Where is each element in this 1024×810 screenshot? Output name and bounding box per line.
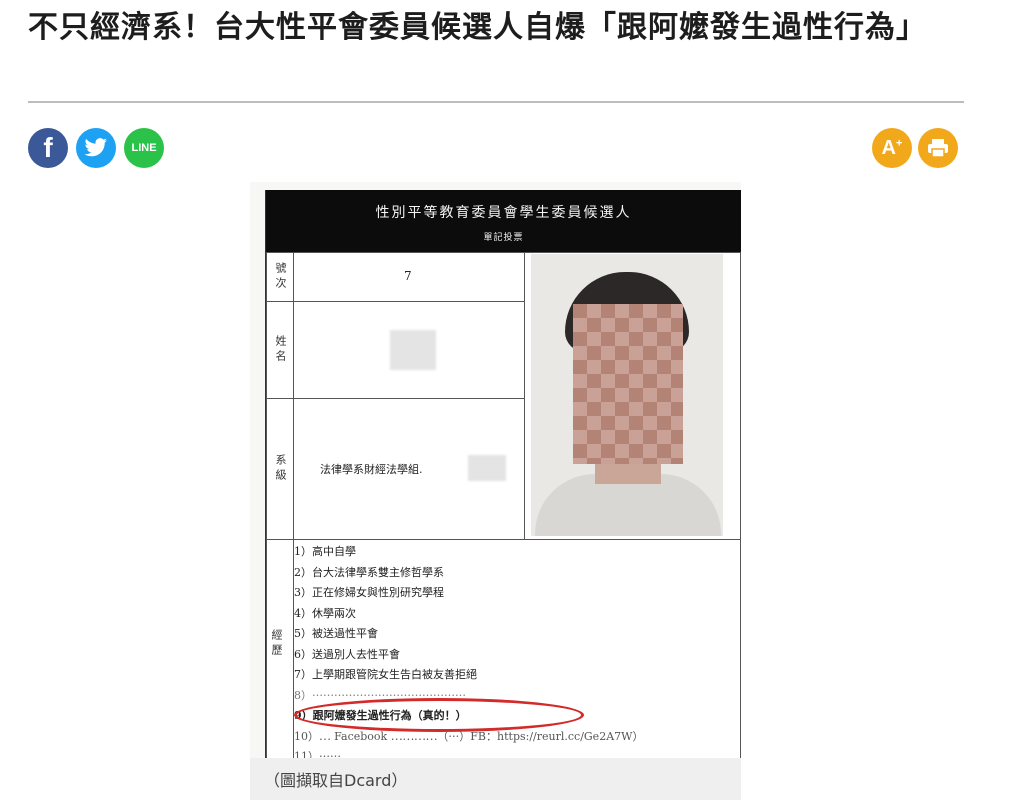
department-cell: 法律學系財經法學組. xyxy=(293,398,525,540)
headline-divider xyxy=(28,101,964,103)
candidate-sheet: 性別平等教育委員會學生委員候選人 單記投票 號次 7 姓名 系級 法律學系財經法… xyxy=(265,190,741,758)
share-bar: f LINE xyxy=(28,128,164,168)
list-item: 5）被送過性平會 xyxy=(294,627,378,640)
pixelated-face xyxy=(573,304,683,464)
sheet-title: 性別平等教育委員會學生委員候選人 xyxy=(375,205,632,221)
article-image: 性別平等教育委員會學生委員候選人 單記投票 號次 7 姓名 系級 法律學系財經法… xyxy=(250,182,741,758)
image-caption: （圖擷取自Dcard） xyxy=(250,758,741,800)
facebook-share-button[interactable]: f xyxy=(28,128,68,168)
department-value: 法律學系財經法學組. xyxy=(320,463,423,476)
print-button[interactable] xyxy=(918,128,958,168)
facebook-icon: f xyxy=(43,132,53,163)
font-size-button[interactable]: A+ xyxy=(872,128,912,168)
article-headline: 不只經濟系！台大性平會委員候選人自爆「跟阿嬤發生過性行為」 xyxy=(28,10,927,45)
list-item: 6）送過別人去性平會 xyxy=(294,647,400,661)
red-highlight-circle xyxy=(294,698,584,732)
number-label: 號次 xyxy=(266,252,294,302)
line-share-button[interactable]: LINE xyxy=(124,128,164,168)
list-item: 10）⋯ Facebook ⋯⋯⋯⋯（⋯）FB：https://reurl.cc… xyxy=(294,729,644,743)
name-cell xyxy=(293,301,525,399)
font-size-icon: A+ xyxy=(881,136,903,159)
candidate-portrait xyxy=(531,254,723,536)
article-tools: A+ xyxy=(872,128,958,168)
number-value: 7 xyxy=(404,269,412,283)
name-label: 姓名 xyxy=(266,301,294,399)
number-cell: 7 xyxy=(293,252,525,302)
redacted-name xyxy=(390,330,436,370)
list-item: 3）正在修婦女與性別研究學程 xyxy=(294,586,444,599)
list-item: 4）休學兩次 xyxy=(294,606,356,620)
list-item: 2）台大法律學系雙主修哲學系 xyxy=(294,565,444,579)
twitter-bird-icon xyxy=(84,138,107,157)
redacted-year xyxy=(468,455,506,481)
line-icon: LINE xyxy=(131,142,157,154)
printer-icon xyxy=(928,139,948,158)
list-item: 11）⋯⋯ xyxy=(294,750,341,758)
sheet-header: 性別平等教育委員會學生委員候選人 單記投票 xyxy=(266,190,741,252)
twitter-share-button[interactable] xyxy=(76,128,116,168)
sheet-subtitle: 單記投票 xyxy=(483,233,524,243)
list-item: 7）上學期跟管院女生告白被友善拒絕 xyxy=(294,668,477,681)
list-item: 1）高中自學 xyxy=(294,545,356,558)
department-label: 系級 xyxy=(266,398,294,540)
experience-label: 經歷 xyxy=(266,539,294,758)
